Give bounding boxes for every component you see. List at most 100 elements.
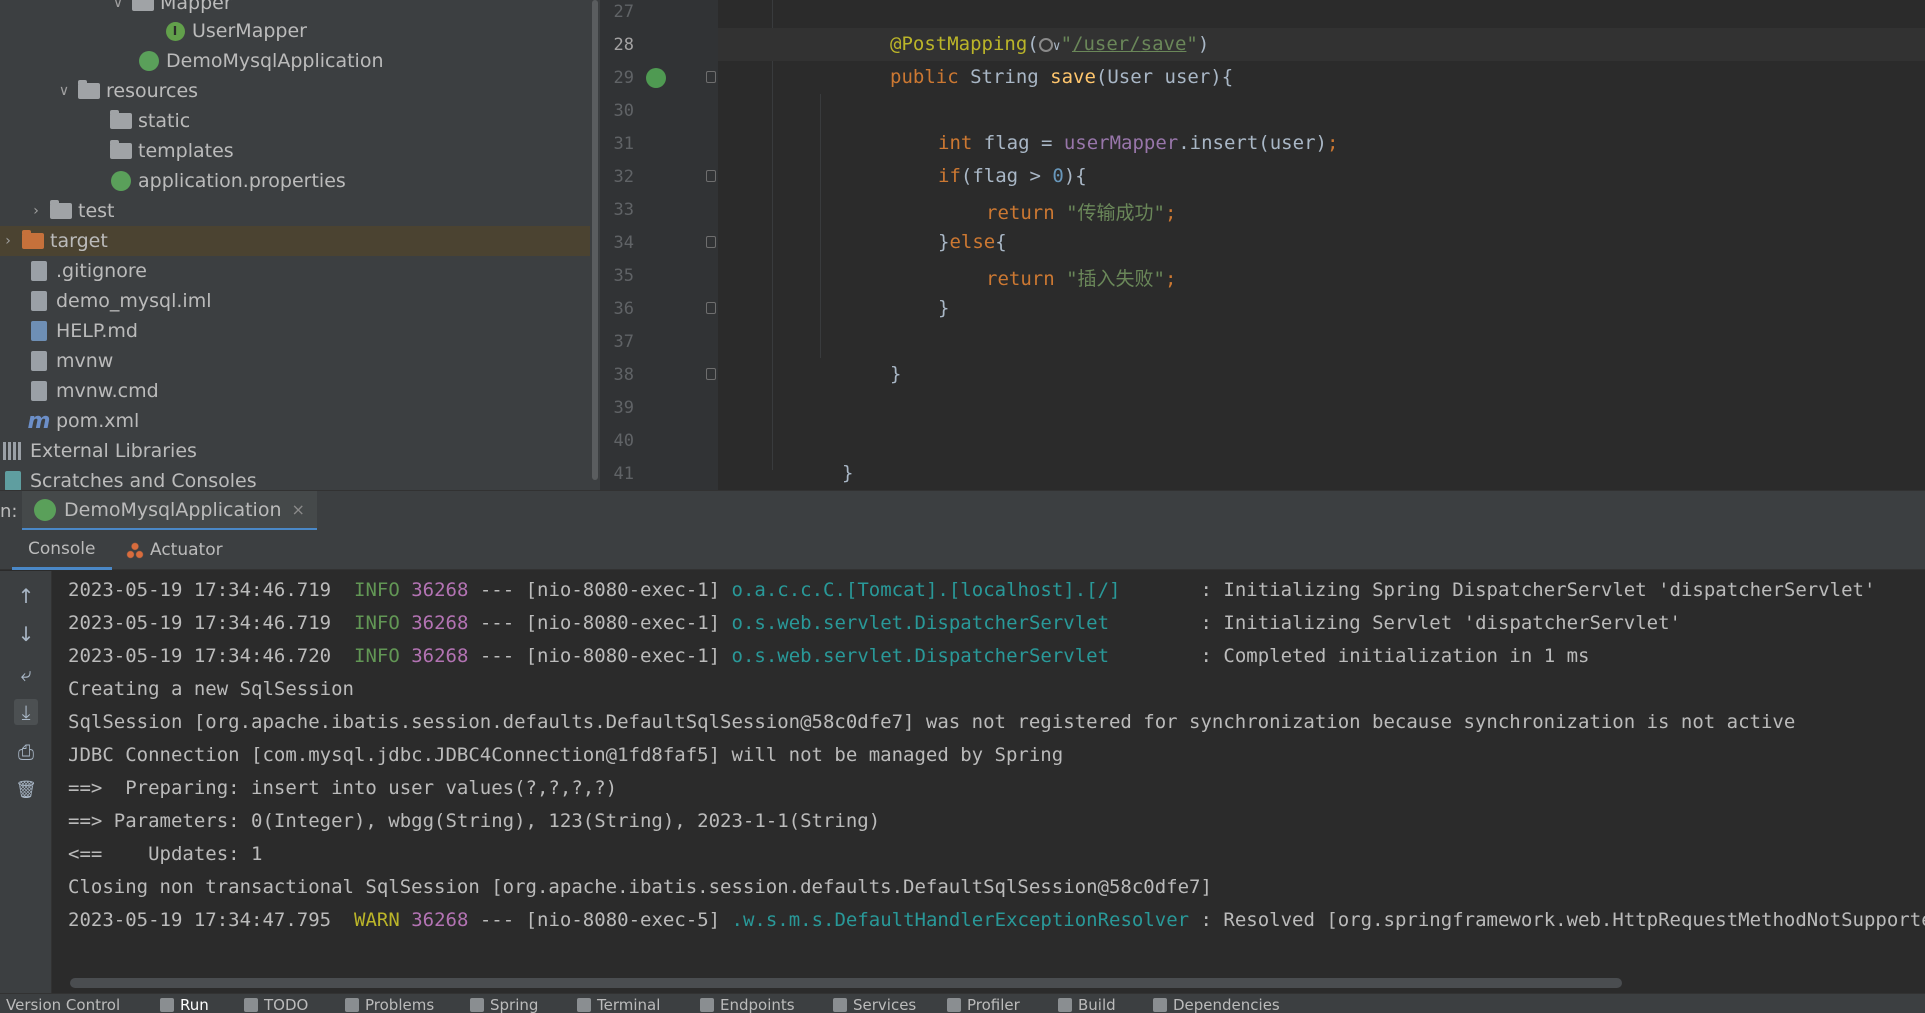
tree-item-mvnw-cmd[interactable]: mvnw.cmd xyxy=(0,376,590,406)
fold-icon[interactable] xyxy=(706,236,716,248)
tree-item-label: Scratches and Consoles xyxy=(30,470,257,490)
close-icon[interactable]: × xyxy=(292,500,305,519)
up-arrow-icon[interactable]: ↑ xyxy=(14,583,38,609)
web-endpoint-icon[interactable] xyxy=(1038,37,1053,52)
tool-run[interactable]: Run xyxy=(160,996,209,1013)
fold-icon[interactable] xyxy=(706,170,716,182)
fold-icon[interactable] xyxy=(706,368,716,380)
project-scrollbar[interactable] xyxy=(590,0,600,490)
chevron-down-icon[interactable]: ∨ xyxy=(56,83,72,99)
tree-item-resources[interactable]: ∨ resources xyxy=(0,76,590,106)
down-arrow-icon[interactable]: ↓ xyxy=(14,621,38,647)
tool-terminal[interactable]: Terminal xyxy=(577,996,660,1013)
folder-icon xyxy=(50,200,72,221)
tab-label: Console xyxy=(28,538,96,559)
resources-folder-icon xyxy=(78,80,100,101)
code-line[interactable]: @PostMapping(∨"/user/save") xyxy=(718,28,1925,61)
tree-item-label: DemoMysqlApplication xyxy=(166,50,384,72)
spring-boot-icon xyxy=(34,498,56,521)
tool-problems[interactable]: Problems xyxy=(345,996,434,1013)
log-line: Creating a new SqlSession xyxy=(68,678,354,700)
code-line[interactable]: } xyxy=(718,457,1925,490)
tree-item-scratches[interactable]: Scratches and Consoles xyxy=(0,466,590,490)
tree-item-mvnw[interactable]: mvnw xyxy=(0,346,590,376)
log-line: 2023-05-19 17:34:47.795 WARN 36268 --- [… xyxy=(68,909,1925,931)
soft-wrap-icon[interactable]: ⤶ xyxy=(14,661,38,687)
build-icon xyxy=(1058,998,1072,1012)
tree-item-static[interactable]: static xyxy=(0,106,590,136)
tree-item-iml[interactable]: demo_mysql.iml xyxy=(0,286,590,316)
tree-item-target[interactable]: › target xyxy=(0,226,590,256)
scrollbar-thumb[interactable] xyxy=(592,0,598,480)
tab-actuator[interactable]: Actuator xyxy=(126,530,223,570)
markdown-icon xyxy=(28,321,50,341)
fold-icon[interactable] xyxy=(706,71,716,83)
chevron-down-icon[interactable]: ∨ xyxy=(110,0,126,11)
tree-item-templates[interactable]: templates xyxy=(0,136,590,166)
gutter-line: 29 xyxy=(600,61,718,94)
gutter-line: 38 xyxy=(600,358,718,391)
run-gutter-icon[interactable] xyxy=(646,68,666,88)
console-output[interactable]: 2023-05-19 17:34:46.719 INFO 36268 --- [… xyxy=(52,571,1925,993)
scroll-to-end-icon[interactable]: ⤓ xyxy=(14,699,38,725)
tree-item-help-md[interactable]: HELP.md xyxy=(0,316,590,346)
trash-icon[interactable]: 🗑 xyxy=(14,777,38,803)
tool-version-control[interactable]: Version Control xyxy=(6,996,120,1013)
chevron-down-icon[interactable]: ∨ xyxy=(1053,39,1061,54)
console-horizontal-scrollbar[interactable] xyxy=(70,978,1622,988)
file-icon xyxy=(28,381,50,401)
tree-item-label: UserMapper xyxy=(192,20,307,42)
tree-item-test[interactable]: › test xyxy=(0,196,590,226)
spring-boot-class-icon xyxy=(138,51,160,71)
editor-gutter: 27 28 29 30 31 32 33 34 35 36 37 38 39 4… xyxy=(600,0,718,490)
libraries-icon xyxy=(2,441,24,461)
console-toolbar: ↑ ↓ ⤶ ⤓ ⎙ 🗑 xyxy=(0,571,52,993)
tree-item-application-properties[interactable]: application.properties xyxy=(0,166,590,196)
tab-console[interactable]: Console xyxy=(12,530,112,570)
code-line[interactable]: return "传输成功"; xyxy=(718,193,1925,226)
tool-endpoints[interactable]: Endpoints xyxy=(700,996,795,1013)
log-line: 2023-05-19 17:34:46.720 INFO 36268 --- [… xyxy=(68,645,1590,667)
tool-spring[interactable]: Spring xyxy=(470,996,538,1013)
code-line[interactable]: } xyxy=(718,292,1925,325)
spring-icon xyxy=(470,998,484,1012)
tree-item-pom-xml[interactable]: m pom.xml xyxy=(0,406,590,436)
run-window-title: n: xyxy=(0,501,18,522)
tool-services[interactable]: Services xyxy=(833,996,916,1013)
folder-icon xyxy=(110,110,132,131)
tree-item-external-libraries[interactable]: External Libraries xyxy=(0,436,590,466)
endpoints-icon xyxy=(700,998,714,1012)
log-line: JDBC Connection [com.mysql.jdbc.JDBC4Con… xyxy=(68,744,1064,766)
gutter-line: 31 xyxy=(613,134,634,154)
code-line[interactable]: if(flag > 0){ xyxy=(718,160,1925,193)
excluded-folder-icon xyxy=(22,230,44,251)
tree-item-usermapper[interactable]: I UserMapper xyxy=(0,16,590,46)
tool-todo[interactable]: TODO xyxy=(244,996,308,1013)
tree-item-gitignore[interactable]: .gitignore xyxy=(0,256,590,286)
chevron-right-icon[interactable]: › xyxy=(28,203,44,219)
print-icon[interactable]: ⎙ xyxy=(14,739,38,765)
tool-dependencies[interactable]: Dependencies xyxy=(1153,996,1280,1013)
code-line[interactable]: } xyxy=(718,358,1925,391)
terminal-icon xyxy=(577,998,591,1012)
code-line[interactable]: int flag = userMapper.insert(user); xyxy=(718,127,1925,160)
gutter-line: 32 xyxy=(600,160,718,193)
list-icon xyxy=(244,998,258,1012)
fold-icon[interactable] xyxy=(706,302,716,314)
code-editor[interactable]: 27 28 29 30 31 32 33 34 35 36 37 38 39 4… xyxy=(600,0,1925,490)
tool-build[interactable]: Build xyxy=(1058,996,1116,1013)
code-line[interactable]: public String save(User user){ xyxy=(718,61,1925,94)
chevron-right-icon[interactable]: › xyxy=(0,233,16,249)
code-line[interactable]: return "插入失败"; xyxy=(718,259,1925,292)
run-config-tab[interactable]: DemoMysqlApplication × xyxy=(22,491,317,531)
tree-item-demomysqlapplication[interactable]: DemoMysqlApplication xyxy=(0,46,590,76)
tool-profiler[interactable]: Profiler xyxy=(947,996,1020,1013)
gutter-line: 30 xyxy=(613,101,634,121)
code-line[interactable]: }else{ xyxy=(718,226,1925,259)
file-icon xyxy=(28,261,50,281)
tree-item-label: pom.xml xyxy=(56,410,140,432)
log-line: ==> Preparing: insert into user values(?… xyxy=(68,777,618,799)
maven-icon: m xyxy=(27,408,51,434)
profiler-icon xyxy=(947,998,961,1012)
gutter-line: 34 xyxy=(600,226,718,259)
